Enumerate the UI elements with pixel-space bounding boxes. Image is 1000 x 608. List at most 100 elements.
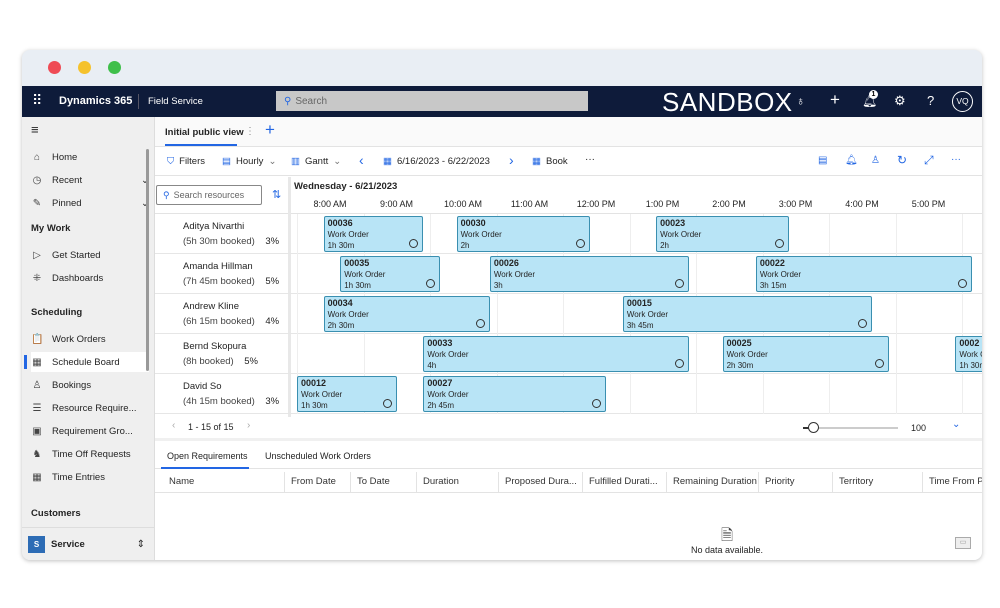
- booking-block[interactable]: 00026 Work Order 3h: [489, 256, 690, 292]
- more-icon[interactable]: ···: [585, 154, 595, 165]
- sidebar-item-bookings[interactable]: ♙ Bookings: [31, 375, 149, 395]
- prev-page-icon[interactable]: ‹: [172, 420, 175, 431]
- hamburger-icon[interactable]: ≡: [31, 122, 39, 137]
- add-tab-icon[interactable]: +: [265, 120, 275, 140]
- sidebar-item-home[interactable]: ⌂ Home: [31, 147, 149, 167]
- column-header[interactable]: From Date: [285, 472, 351, 492]
- sidebar-item-get-started[interactable]: ▷ Get Started: [31, 245, 149, 265]
- sort-icon[interactable]: ⇅: [272, 188, 281, 201]
- avatar[interactable]: VQ: [952, 91, 973, 112]
- booking-block[interactable]: 0002 Work Order 1h 30m: [955, 336, 982, 372]
- previous-range-button[interactable]: ‹: [359, 152, 364, 168]
- resource-booked: (7h 45m booked): [183, 276, 255, 287]
- sidebar-item-resource-require[interactable]: ☰ Resource Require...: [31, 398, 149, 418]
- resource-timeline[interactable]: 00012 Work Order 1h 30m 00027 Work Order…: [291, 374, 982, 414]
- overflow-icon[interactable]: ···: [951, 154, 961, 165]
- module-name[interactable]: Field Service: [148, 96, 203, 107]
- column-header[interactable]: Remaining Duration: [667, 472, 759, 492]
- resource-timeline[interactable]: 00033 Work Order 4h 00025 Work Order 2h …: [291, 334, 982, 374]
- date-range-picker[interactable]: ▦ 6/16/2023 - 6/22/2023: [383, 156, 490, 167]
- scheduler-icon[interactable]: ♙: [871, 155, 880, 166]
- sidebar-item-pinned[interactable]: ✎Pinned ⌄: [31, 193, 149, 213]
- sidebar-item-time-off-requests[interactable]: ♞ Time Off Requests: [31, 444, 149, 464]
- resource-search-input[interactable]: ⚲ Search resources: [156, 185, 262, 205]
- details-icon[interactable]: ▤: [818, 155, 827, 166]
- tab-open-requirements[interactable]: Open Requirements: [167, 451, 248, 461]
- sidebar-item-recent[interactable]: ◷Recent ⌄: [31, 170, 149, 190]
- booking-block[interactable]: 00027 Work Order 2h 45m: [423, 376, 607, 412]
- board-header: ⚲ Search resources ⇅ Wednesday - 6/21/202…: [155, 177, 982, 417]
- sidebar-item-work-orders[interactable]: 📋 Work Orders: [31, 329, 149, 349]
- settings-icon[interactable]: ⚙: [894, 93, 906, 109]
- booking-block[interactable]: 00035 Work Order 1h 30m: [340, 256, 440, 292]
- hour-gridline: [563, 294, 564, 334]
- hour-label: 4:00 PM: [845, 199, 879, 209]
- booking-block[interactable]: 00033 Work Order 4h: [423, 336, 690, 372]
- keyboard-icon[interactable]: ▭: [955, 537, 971, 549]
- minimize-window-dot[interactable]: [78, 61, 91, 74]
- column-header[interactable]: Time From P: [923, 472, 982, 492]
- gantt-dropdown[interactable]: ▥ Gantt ⌄: [291, 156, 341, 167]
- sidebar-scrollbar[interactable]: [146, 149, 149, 371]
- booking-block[interactable]: 00025 Work Order 2h 30m: [722, 336, 889, 372]
- alert-icon[interactable]: 🔔︎: [845, 155, 858, 166]
- resource-timeline[interactable]: 00035 Work Order 1h 30m 00026 Work Order…: [291, 254, 982, 294]
- resource-timeline[interactable]: 00034 Work Order 2h 30m 00015 Work Order…: [291, 294, 982, 334]
- sidebar-item-requirement-gro[interactable]: ▣ Requirement Gro...: [31, 421, 149, 441]
- hour-gridline: [629, 374, 631, 414]
- column-header[interactable]: Territory: [833, 472, 923, 492]
- column-header[interactable]: Fulfilled Durati...: [583, 472, 667, 492]
- zoom-slider-thumb[interactable]: [807, 422, 819, 433]
- booking-block[interactable]: 00034 Work Order 2h 30m: [323, 296, 490, 332]
- add-icon[interactable]: +: [830, 90, 840, 110]
- booking-block[interactable]: 00015 Work Order 3h 45m: [622, 296, 873, 332]
- resource-timeline[interactable]: 00036 Work Order 1h 30m 00030 Work Order…: [291, 214, 982, 254]
- help-icon[interactable]: ?: [927, 93, 934, 108]
- column-header[interactable]: To Date: [351, 472, 417, 492]
- resource-cell[interactable]: Andrew Kline (6h 15m booked) 4%: [183, 299, 279, 329]
- refresh-icon[interactable]: ↻: [897, 153, 907, 167]
- column-header[interactable]: Name: [163, 472, 285, 492]
- sidebar-item-label: Pinned: [52, 197, 82, 209]
- booking-block[interactable]: 00036 Work Order 1h 30m: [323, 216, 424, 252]
- hourly-dropdown[interactable]: ▤ Hourly ⌄: [222, 156, 276, 167]
- sidebar-item-schedule-board[interactable]: ▦ Schedule Board: [24, 352, 149, 372]
- lightbulb-icon[interactable]: ♁: [796, 94, 805, 108]
- tab-unscheduled-work-orders[interactable]: Unscheduled Work Orders: [265, 451, 371, 461]
- booking-block[interactable]: 00030 Work Order 2h: [456, 216, 590, 252]
- resource-cell[interactable]: Aditya Nivarthi (5h 30m booked) 3%: [183, 219, 279, 249]
- resource-booked: (8h booked): [183, 356, 234, 367]
- area-switcher[interactable]: S Service ⇕: [22, 527, 155, 560]
- tab-more-icon[interactable]: ⋮: [245, 126, 255, 137]
- sidebar-item-time-entries[interactable]: ▦ Time Entries: [31, 467, 149, 487]
- maximize-window-dot[interactable]: [108, 61, 121, 74]
- sidebar-item-dashboards[interactable]: ⁜ Dashboards: [31, 268, 149, 288]
- column-header[interactable]: Priority: [759, 472, 833, 492]
- app-launcher-icon[interactable]: ⠿: [32, 92, 42, 109]
- app-name[interactable]: Dynamics 365: [59, 95, 132, 107]
- resource-cell[interactable]: Bernd Skopura (8h booked) 5%: [183, 339, 258, 369]
- tab-initial-public-view[interactable]: Initial public view: [165, 127, 244, 138]
- collapse-chevron-icon[interactable]: ⌄: [952, 419, 960, 430]
- resource-cell[interactable]: Amanda Hillman (7h 45m booked) 5%: [183, 259, 279, 289]
- search-icon: ⚲: [284, 95, 292, 107]
- resource-cell[interactable]: David So (4h 15m booked) 3%: [183, 379, 279, 409]
- next-page-icon[interactable]: ›: [247, 420, 250, 431]
- expand-icon[interactable]: ⤢: [924, 153, 934, 168]
- book-button[interactable]: ▦ Book: [532, 156, 568, 167]
- next-range-button[interactable]: ›: [509, 152, 514, 168]
- column-header[interactable]: Proposed Dura...: [499, 472, 583, 492]
- column-header[interactable]: Duration: [417, 472, 499, 492]
- booking-block[interactable]: 00022 Work Order 3h 15m: [755, 256, 972, 292]
- filters-button[interactable]: ⛉ Filters: [167, 156, 205, 167]
- clock-icon: [675, 359, 685, 368]
- booking-id: 00023: [660, 218, 686, 228]
- close-window-dot[interactable]: [48, 61, 61, 74]
- booking-block[interactable]: 00023 Work Order 2h: [656, 216, 790, 252]
- hour-gridline: [895, 334, 897, 374]
- schedule-board-icon: ▦: [32, 356, 42, 368]
- global-search[interactable]: ⚲ Search: [276, 91, 588, 111]
- booking-block[interactable]: 00012 Work Order 1h 30m: [297, 376, 397, 412]
- section-scheduling: Scheduling: [31, 307, 83, 318]
- clock-icon: [675, 279, 685, 288]
